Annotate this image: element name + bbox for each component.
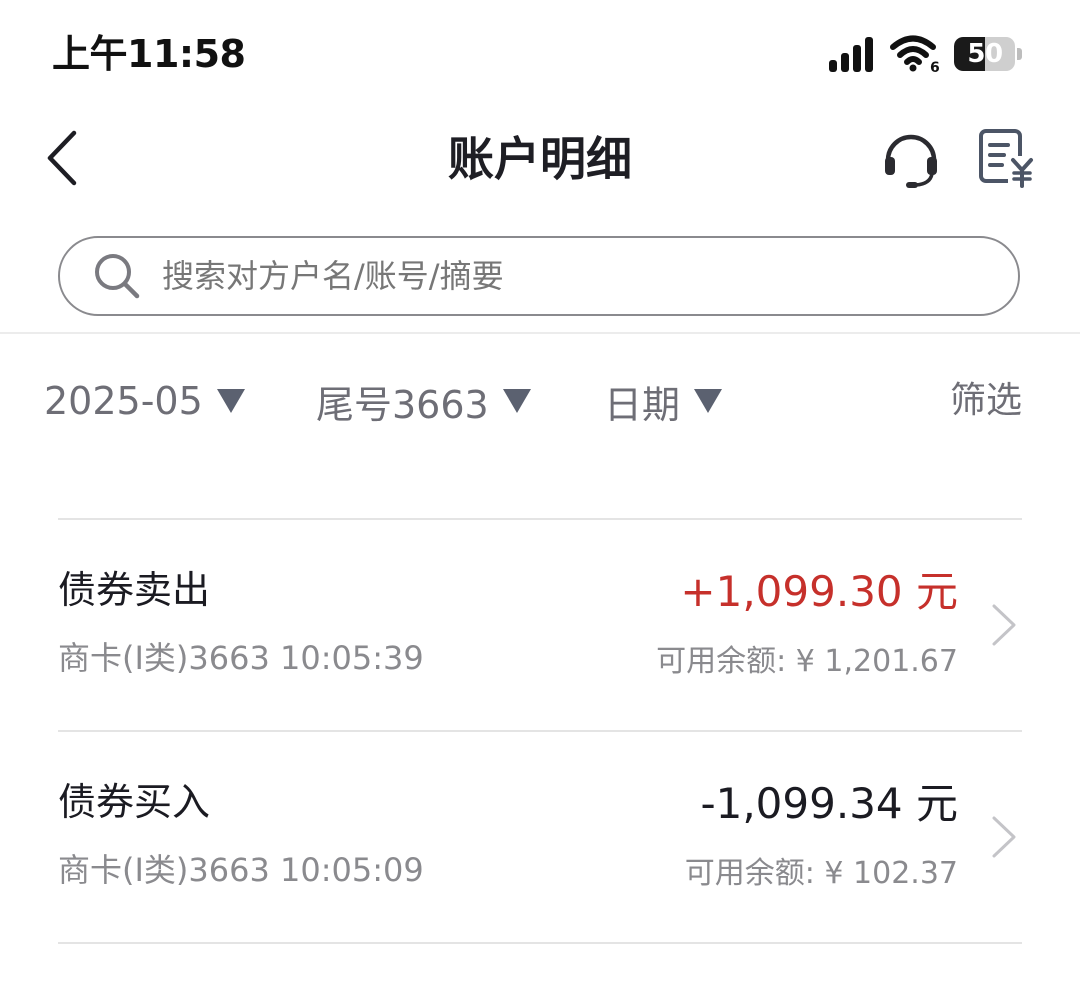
transaction-list: 债券卖出 商卡(I类)3663 10:05:39 +1,099.30 元 可用余… [58, 518, 1022, 944]
triangle-down-icon [216, 389, 245, 413]
transaction-balance: 可用余额: ¥ 102.37 [684, 856, 958, 891]
chevron-right-icon [992, 816, 1016, 858]
headset-icon [885, 134, 937, 188]
month-filter-label: 2025-05 [44, 379, 203, 423]
date-sort-filter[interactable]: 日期 [604, 370, 723, 432]
battery-icon: 50 [954, 37, 1022, 71]
transaction-amount: +1,099.30 元 [680, 567, 958, 616]
cellular-signal-icon [829, 37, 873, 72]
transaction-meta: 商卡(I类)3663 10:05:39 [58, 639, 424, 677]
card-filter-label: 尾号3663 [316, 382, 489, 427]
battery-level: 50 [967, 39, 1003, 69]
transaction-title: 债券买入 [58, 780, 211, 824]
nav-header: 账户明细 [0, 108, 1080, 218]
search-box[interactable] [58, 236, 1020, 316]
status-icons: 6 50 [828, 34, 1022, 74]
chevron-right-icon [992, 604, 1016, 646]
transaction-meta: 商卡(I类)3663 10:05:09 [58, 851, 424, 889]
transaction-row[interactable]: 债券卖出 商卡(I类)3663 10:05:39 +1,099.30 元 可用余… [58, 520, 1022, 730]
search-input[interactable] [160, 256, 984, 296]
status-time: 上午11:58 [52, 32, 246, 76]
transaction-balance: 可用余额: ¥ 1,201.67 [656, 644, 958, 679]
section-divider [0, 332, 1080, 334]
bill-yuan-icon [979, 129, 1033, 188]
triangle-down-icon [694, 389, 723, 413]
transaction-row[interactable]: 债券买入 商卡(I类)3663 10:05:09 -1,099.34 元 可用余… [58, 732, 1022, 942]
month-filter[interactable]: 2025-05 [44, 370, 245, 432]
screen-filter-button[interactable]: 筛选 [950, 370, 1022, 432]
filter-bar: 2025-05 尾号3663 日期 筛选 [0, 370, 1080, 432]
wifi-label: 6 [930, 60, 940, 74]
wifi-icon: 6 [890, 35, 940, 74]
divider [58, 942, 1022, 944]
date-sort-label: 日期 [604, 382, 681, 427]
statement-button[interactable] [976, 126, 1040, 190]
customer-service-button[interactable] [880, 128, 942, 190]
card-filter[interactable]: 尾号3663 [316, 370, 531, 432]
transaction-amount: -1,099.34 元 [700, 779, 958, 828]
status-bar: 上午11:58 6 50 [0, 0, 1080, 108]
transaction-title: 债券卖出 [58, 568, 211, 612]
search-icon [92, 251, 142, 301]
triangle-down-icon [502, 389, 531, 413]
